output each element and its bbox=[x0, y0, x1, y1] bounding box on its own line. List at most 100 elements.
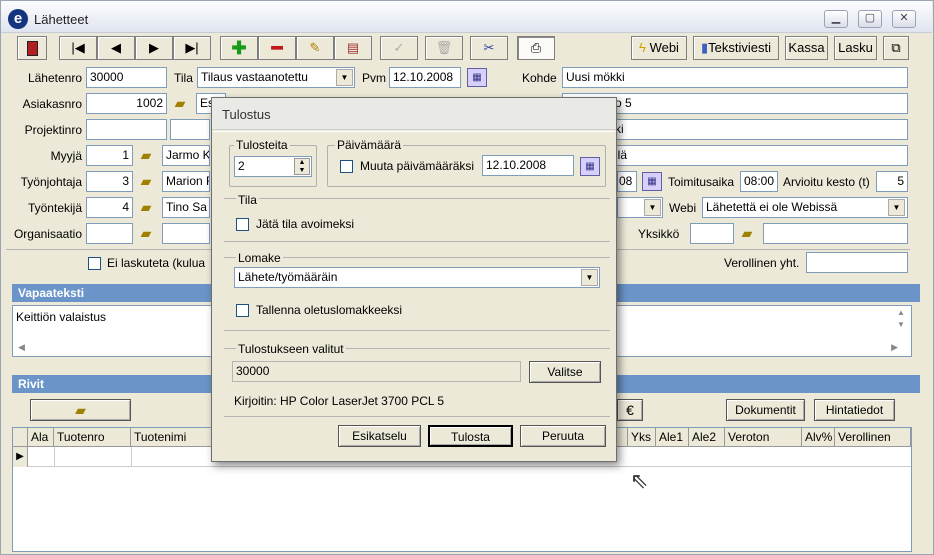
organisaatio-field[interactable] bbox=[86, 223, 133, 244]
tila-label: Tila bbox=[174, 71, 193, 85]
lomake-select[interactable]: Lähete/työmääräin bbox=[234, 267, 600, 288]
first-record-icon[interactable]: |◀ bbox=[59, 36, 97, 60]
myyja-label: Myyjä bbox=[50, 149, 82, 163]
organisaatio-label: Organisaatio bbox=[13, 227, 82, 241]
ei-laskuteta-checkbox[interactable] bbox=[88, 257, 101, 270]
projektinro-field[interactable] bbox=[86, 119, 167, 140]
exit-icon[interactable] bbox=[17, 36, 47, 60]
tyonjohtaja-nro-field[interactable]: 3 bbox=[86, 171, 133, 192]
divider bbox=[224, 330, 610, 331]
lomake-value: Lähete/työmääräin bbox=[238, 270, 338, 284]
asiakasnro-field[interactable]: 1002 bbox=[86, 93, 167, 114]
col-yks[interactable]: Yks bbox=[628, 428, 656, 447]
edit-icon[interactable]: ✎ bbox=[296, 36, 334, 60]
valitut-label: Tulostukseen valitut bbox=[236, 342, 346, 356]
rivit-folder-button[interactable]: ▰ bbox=[30, 399, 131, 421]
tulosta-button[interactable]: Tulosta bbox=[428, 425, 513, 447]
lomake-label: Lomake bbox=[236, 251, 283, 265]
arvioitu-field[interactable]: 5 bbox=[876, 171, 908, 192]
tyontekija-nro-field[interactable]: 4 bbox=[86, 197, 133, 218]
maximize-button[interactable]: ▢ bbox=[858, 10, 882, 28]
folder-icon[interactable]: ▰ bbox=[136, 172, 156, 191]
mouse-cursor-icon: ⇖ bbox=[630, 468, 649, 493]
esikatselu-button[interactable]: Esikatselu bbox=[338, 425, 421, 447]
title-bar bbox=[1, 1, 932, 33]
confirm-icon[interactable]: ✓ bbox=[380, 36, 418, 60]
myyja-name-field[interactable]: Jarmo K bbox=[162, 145, 210, 166]
tyonjohtaja-name-field[interactable]: Marion R bbox=[162, 171, 210, 192]
lasku-button[interactable]: Lasku bbox=[834, 36, 877, 60]
windows-icon[interactable]: ⧉ bbox=[883, 36, 909, 60]
scrollbar[interactable]: ▲ ▼ bbox=[897, 307, 909, 335]
tallenna-checkbox[interactable] bbox=[236, 304, 249, 317]
col-ale2[interactable]: Ale2 bbox=[689, 428, 725, 447]
lahetenro-field[interactable]: 30000 bbox=[86, 67, 167, 88]
webi-button[interactable]: ϟ Webi bbox=[631, 36, 687, 60]
cell-divider bbox=[54, 447, 55, 467]
folder-icon[interactable]: ▰ bbox=[136, 146, 156, 165]
tyontekija-name-field[interactable]: Tino Sa bbox=[162, 197, 210, 218]
divider bbox=[224, 198, 610, 199]
col-ala[interactable]: Ala bbox=[28, 428, 54, 447]
col-alv[interactable]: Alv% bbox=[802, 428, 835, 447]
kohde-label: Kohde bbox=[522, 71, 557, 85]
previous-record-icon[interactable]: ◀ bbox=[97, 36, 135, 60]
folder-icon[interactable]: ▰ bbox=[136, 198, 156, 217]
kohde-field[interactable]: Uusi mökki bbox=[562, 67, 908, 88]
pvm-field[interactable]: 12.10.2008 bbox=[389, 67, 461, 88]
muuta-checkbox[interactable] bbox=[340, 160, 353, 173]
projekti-name-field[interactable] bbox=[170, 119, 210, 140]
calendar-icon[interactable]: ▦ bbox=[467, 68, 487, 87]
calendar-icon[interactable]: ▦ bbox=[580, 157, 600, 176]
chevron-down-icon[interactable]: ▼ bbox=[336, 69, 353, 86]
save-icon[interactable]: ▤ bbox=[334, 36, 372, 60]
valitut-field: 30000 bbox=[232, 361, 521, 382]
yksikko-field[interactable] bbox=[690, 223, 734, 244]
add-icon[interactable]: ✚ bbox=[220, 36, 258, 60]
folder-icon[interactable]: ▰ bbox=[737, 224, 757, 243]
euro-button[interactable]: € bbox=[617, 399, 643, 421]
chevron-down-icon[interactable]: ▼ bbox=[888, 199, 905, 216]
webi-status-select[interactable]: Lähetettä ei ole Webissä bbox=[702, 197, 908, 218]
dokumentit-button[interactable]: Dokumentit bbox=[726, 399, 805, 421]
valitse-button[interactable]: Valitse bbox=[529, 361, 601, 383]
organisaatio-name-field[interactable] bbox=[162, 223, 210, 244]
spinner-icon[interactable]: ▲ ▼ bbox=[294, 158, 310, 175]
tekstiviesti-button[interactable]: ▮Tekstiviesti bbox=[693, 36, 779, 60]
col-veroton[interactable]: Veroton bbox=[725, 428, 802, 447]
col-tuotenimi[interactable]: Tuotenimi bbox=[131, 428, 215, 447]
last-record-icon[interactable]: ▶| bbox=[173, 36, 211, 60]
muuta-date-field[interactable]: 12.10.2008 bbox=[482, 155, 574, 176]
close-button[interactable]: ✕ bbox=[892, 10, 916, 28]
row5-date-field[interactable]: 08 bbox=[617, 171, 637, 192]
toimitusaika-field[interactable]: 08:00 bbox=[740, 171, 778, 192]
col-verollinen[interactable]: Verollinen bbox=[835, 428, 911, 447]
tyonjohtaja-label: Työnjohtaja bbox=[20, 175, 82, 189]
yksikko-name-field[interactable] bbox=[763, 223, 908, 244]
next-record-icon[interactable]: ▶ bbox=[135, 36, 173, 60]
folder-icon[interactable]: ▰ bbox=[170, 94, 190, 113]
app-icon: e bbox=[8, 9, 28, 29]
col-tuotenro[interactable]: Tuotenro bbox=[54, 428, 131, 447]
delete-icon[interactable]: 🗑 bbox=[425, 36, 463, 60]
verollinen-yht-field[interactable] bbox=[806, 252, 908, 273]
pvm-label: Pvm bbox=[362, 71, 386, 85]
calendar-icon[interactable]: ▦ bbox=[642, 172, 662, 191]
chevron-down-icon[interactable]: ▼ bbox=[581, 269, 598, 286]
remove-icon[interactable]: ━ bbox=[258, 36, 296, 60]
hintatiedot-button[interactable]: Hintatiedot bbox=[814, 399, 895, 421]
jata-label: Jätä tila avoimeksi bbox=[256, 217, 355, 231]
kassa-button[interactable]: Kassa bbox=[785, 36, 828, 60]
webi-status-label: Webi bbox=[669, 201, 697, 215]
tila-group-label: Tila bbox=[236, 193, 259, 207]
myyja-nro-field[interactable]: 1 bbox=[86, 145, 133, 166]
link-icon[interactable]: ✂ bbox=[470, 36, 508, 60]
chevron-down-icon[interactable]: ▼ bbox=[644, 199, 661, 216]
col-ale1[interactable]: Ale1 bbox=[656, 428, 689, 447]
tila-select[interactable]: Tilaus vastaanotettu bbox=[197, 67, 355, 88]
minimize-button[interactable]: ▁ bbox=[824, 10, 848, 28]
folder-icon[interactable]: ▰ bbox=[136, 224, 156, 243]
peruuta-button[interactable]: Peruuta bbox=[520, 425, 606, 447]
jata-checkbox[interactable] bbox=[236, 218, 249, 231]
print-icon[interactable]: ⎙ bbox=[517, 36, 555, 60]
